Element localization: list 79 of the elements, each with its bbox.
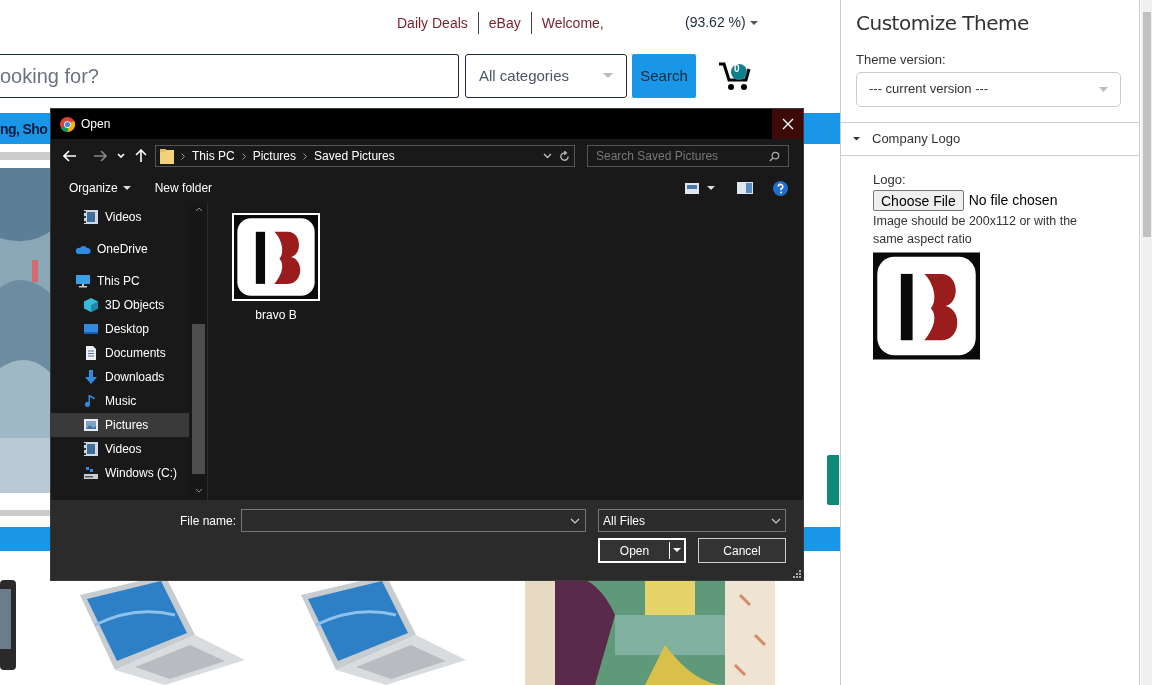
browser-icon bbox=[60, 116, 75, 132]
resize-grip-icon[interactable] bbox=[793, 570, 801, 578]
picture-frame-icon bbox=[83, 417, 99, 433]
field-label: Theme version: bbox=[856, 51, 947, 69]
close-icon bbox=[781, 118, 794, 130]
version-select[interactable]: --- current version --- bbox=[856, 71, 1121, 107]
section-header[interactable]: Company Logo bbox=[841, 121, 1139, 156]
scroll-up-icon[interactable] bbox=[194, 207, 203, 212]
dropdown-icon bbox=[1099, 86, 1108, 92]
search-button[interactable]: Search bbox=[632, 54, 696, 98]
monitor-icon bbox=[75, 273, 91, 289]
category-select[interactable]: All categories bbox=[465, 54, 627, 98]
chevron-icon bbox=[181, 152, 185, 160]
address-bar[interactable]: This PC Pictures Saved Pictures bbox=[155, 145, 575, 167]
file-name-label: File name: bbox=[179, 512, 236, 530]
nav-item[interactable]: Videos bbox=[51, 437, 189, 461]
nav-item[interactable]: Windows (C:) bbox=[51, 461, 189, 485]
path-segment[interactable]: This PC bbox=[192, 147, 235, 165]
caret-icon[interactable] bbox=[707, 185, 715, 191]
search-field[interactable]: ooking for? bbox=[0, 54, 459, 98]
drive-icon bbox=[83, 465, 99, 481]
film-icon bbox=[83, 209, 99, 225]
dialog-title: Open bbox=[81, 116, 111, 133]
forward-icon[interactable] bbox=[93, 150, 107, 162]
top-link[interactable]: eBay bbox=[488, 12, 521, 34]
choose-file-button[interactable]: Choose File bbox=[873, 190, 964, 211]
divider-bar bbox=[0, 510, 50, 516]
scrollbar[interactable] bbox=[1141, 0, 1152, 685]
dropdown-icon bbox=[771, 517, 781, 524]
nav-item[interactable]: Documents bbox=[51, 341, 189, 365]
caret-icon[interactable] bbox=[749, 19, 758, 26]
panel-title: Customize Theme bbox=[856, 10, 1030, 37]
scroll-down-icon[interactable] bbox=[194, 488, 203, 493]
hint-text: Image should be 200x112 or with the same aspect ratio bbox=[873, 213, 1079, 248]
caret-icon bbox=[673, 548, 681, 553]
dropdown-icon bbox=[570, 517, 580, 524]
nav-item[interactable]: OneDrive bbox=[51, 237, 189, 261]
balance-text: (93.62 %) bbox=[685, 13, 746, 32]
nav-item[interactable]: Downloads bbox=[51, 365, 189, 389]
field-label: Logo: bbox=[873, 170, 907, 189]
back-icon[interactable] bbox=[63, 150, 77, 162]
path-segment[interactable]: Saved Pictures bbox=[314, 147, 395, 165]
path-segment[interactable]: Pictures bbox=[252, 147, 297, 165]
toolbar-button[interactable]: New folder bbox=[154, 179, 213, 197]
chevron-icon bbox=[303, 152, 308, 160]
download-icon bbox=[83, 369, 99, 385]
view-icon[interactable] bbox=[685, 182, 699, 194]
chevron-icon bbox=[241, 152, 246, 160]
cube-icon bbox=[83, 297, 99, 313]
toolbar-button[interactable]: Organize bbox=[69, 179, 131, 197]
nav-item[interactable]: Desktop bbox=[51, 317, 189, 341]
cancel-button[interactable]: Cancel bbox=[698, 538, 786, 563]
refresh-icon[interactable] bbox=[559, 150, 570, 162]
nav-text[interactable]: ng, Sho bbox=[0, 119, 48, 140]
up-icon[interactable] bbox=[135, 149, 147, 163]
divider-bar bbox=[0, 152, 50, 160]
nav-item[interactable]: Videos bbox=[51, 205, 189, 229]
dropdown-icon bbox=[603, 73, 613, 79]
caret-icon bbox=[122, 185, 131, 191]
folder-icon bbox=[160, 148, 174, 164]
document-icon bbox=[83, 345, 99, 361]
file-status: No file chosen bbox=[968, 191, 1058, 210]
top-link[interactable]: Welcome, bbox=[541, 12, 604, 34]
search-field[interactable]: Search Saved Pictures bbox=[587, 145, 789, 167]
preview-pane-icon[interactable] bbox=[737, 182, 753, 194]
nav-item[interactable]: 3D Objects bbox=[51, 293, 189, 317]
nav-item[interactable]: Music bbox=[51, 389, 189, 413]
film-icon bbox=[83, 441, 99, 457]
chevron-icon[interactable] bbox=[543, 153, 552, 159]
nav-item[interactable]: This PC bbox=[51, 269, 189, 293]
desktop-icon bbox=[83, 321, 99, 337]
search-icon bbox=[769, 150, 780, 162]
top-link[interactable]: Daily Deals bbox=[397, 12, 468, 34]
file-type-select[interactable]: All Files bbox=[598, 509, 786, 532]
nav-item[interactable]: Pictures bbox=[51, 413, 189, 437]
open-button[interactable]: Open bbox=[598, 538, 686, 563]
close-button[interactable] bbox=[772, 109, 803, 139]
file-name-field[interactable] bbox=[241, 509, 586, 532]
help-icon[interactable] bbox=[773, 180, 788, 196]
